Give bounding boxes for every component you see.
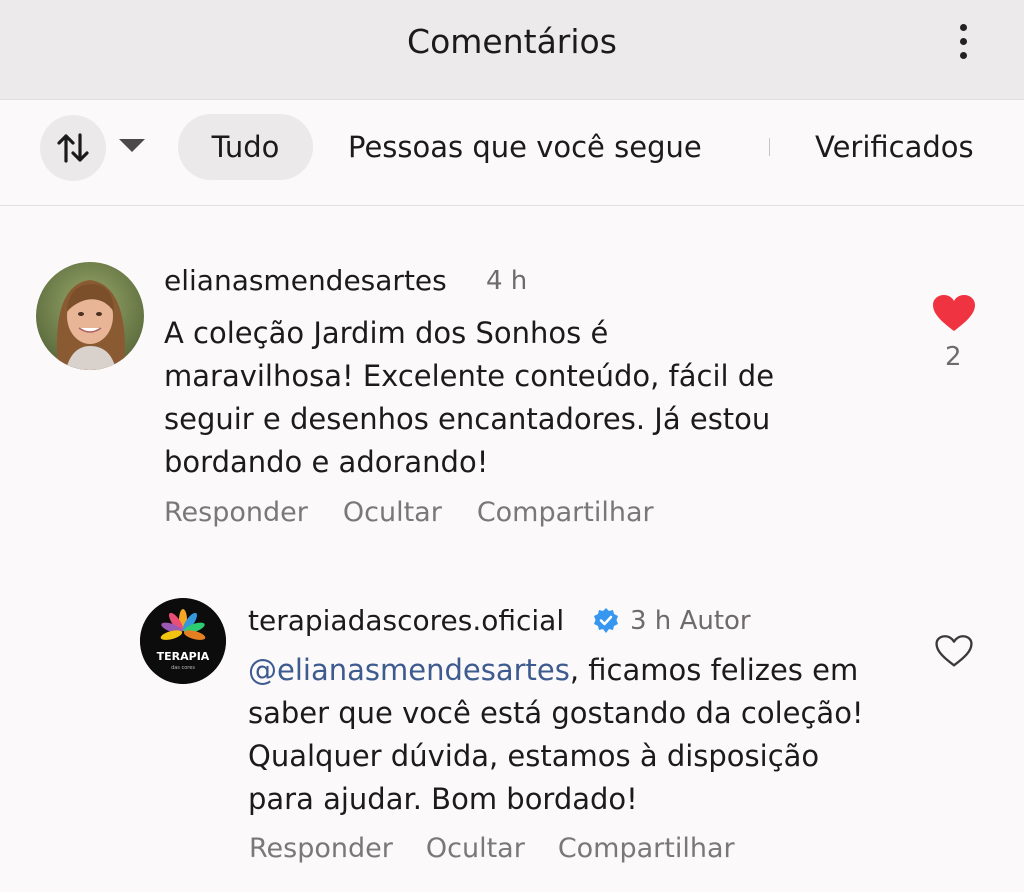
comment-line: bordando e adorando! bbox=[164, 445, 489, 479]
comment-text: A coleção Jardim dos Sonhos é maravilhos… bbox=[164, 312, 774, 484]
sort-button[interactable] bbox=[40, 115, 106, 181]
verified-badge-icon bbox=[594, 608, 618, 633]
comment-line: para ajudar. Bom bordado! bbox=[248, 782, 638, 816]
avatar[interactable] bbox=[36, 262, 144, 370]
author-tag: Autor bbox=[679, 606, 751, 636]
comment-username[interactable]: elianasmendesartes bbox=[164, 264, 447, 297]
comment-text: @elianasmendesartes, ficamos felizes em … bbox=[248, 649, 864, 821]
hide-button[interactable]: Ocultar bbox=[343, 497, 442, 528]
hide-button[interactable]: Ocultar bbox=[426, 833, 525, 864]
comment-time: 3 h bbox=[630, 606, 672, 636]
like-count: 2 bbox=[945, 342, 962, 372]
comment-line-rest: , ficamos felizes em bbox=[569, 653, 859, 687]
comment-time: 4 h bbox=[486, 266, 528, 296]
heart-outline-icon[interactable] bbox=[934, 634, 974, 668]
comment-username[interactable]: terapiadascores.oficial bbox=[248, 604, 564, 637]
filter-bar: Tudo Pessoas que você segue Verificados bbox=[0, 100, 1024, 206]
reply-button[interactable]: Responder bbox=[164, 497, 308, 528]
mention-link[interactable]: @elianasmendesartes bbox=[248, 653, 570, 687]
comment-line: @elianasmendesartes, ficamos felizes em bbox=[248, 649, 864, 692]
comment-line: A coleção Jardim dos Sonhos é bbox=[164, 316, 609, 350]
divider bbox=[769, 138, 770, 156]
more-vert-icon[interactable] bbox=[940, 18, 986, 64]
filter-chip-all[interactable]: Tudo bbox=[178, 114, 313, 180]
sort-arrows-icon bbox=[57, 133, 89, 163]
heart-filled-icon[interactable] bbox=[932, 294, 976, 332]
share-button[interactable]: Compartilhar bbox=[477, 497, 654, 528]
comment-line: saber que você está gostando da coleção! bbox=[248, 696, 864, 730]
caret-down-icon[interactable] bbox=[119, 139, 145, 152]
filter-chip-verified[interactable]: Verificados bbox=[815, 114, 974, 180]
avatar-logo-subtext: das cores bbox=[171, 665, 195, 671]
reply-button[interactable]: Responder bbox=[249, 833, 393, 864]
filter-chip-following[interactable]: Pessoas que você segue bbox=[348, 114, 702, 180]
page-title: Comentários bbox=[407, 22, 617, 61]
comment-line: Qualquer dúvida, estamos à disposição bbox=[248, 739, 820, 773]
comment-line: maravilhosa! Excelente conteúdo, fácil d… bbox=[164, 359, 775, 393]
avatar-logo-text: TERAPIA bbox=[157, 650, 210, 663]
header-bar: Comentários bbox=[0, 0, 1024, 100]
comment-actions: Responder Ocultar Compartilhar bbox=[249, 833, 735, 864]
comment-line: seguir e desenhos encantadores. Já estou bbox=[164, 402, 771, 436]
comment-actions: Responder Ocultar Compartilhar bbox=[164, 497, 654, 528]
comment-meta: 3 h Autor bbox=[630, 606, 751, 636]
avatar[interactable]: TERAPIA das cores bbox=[140, 598, 226, 684]
share-button[interactable]: Compartilhar bbox=[558, 833, 735, 864]
